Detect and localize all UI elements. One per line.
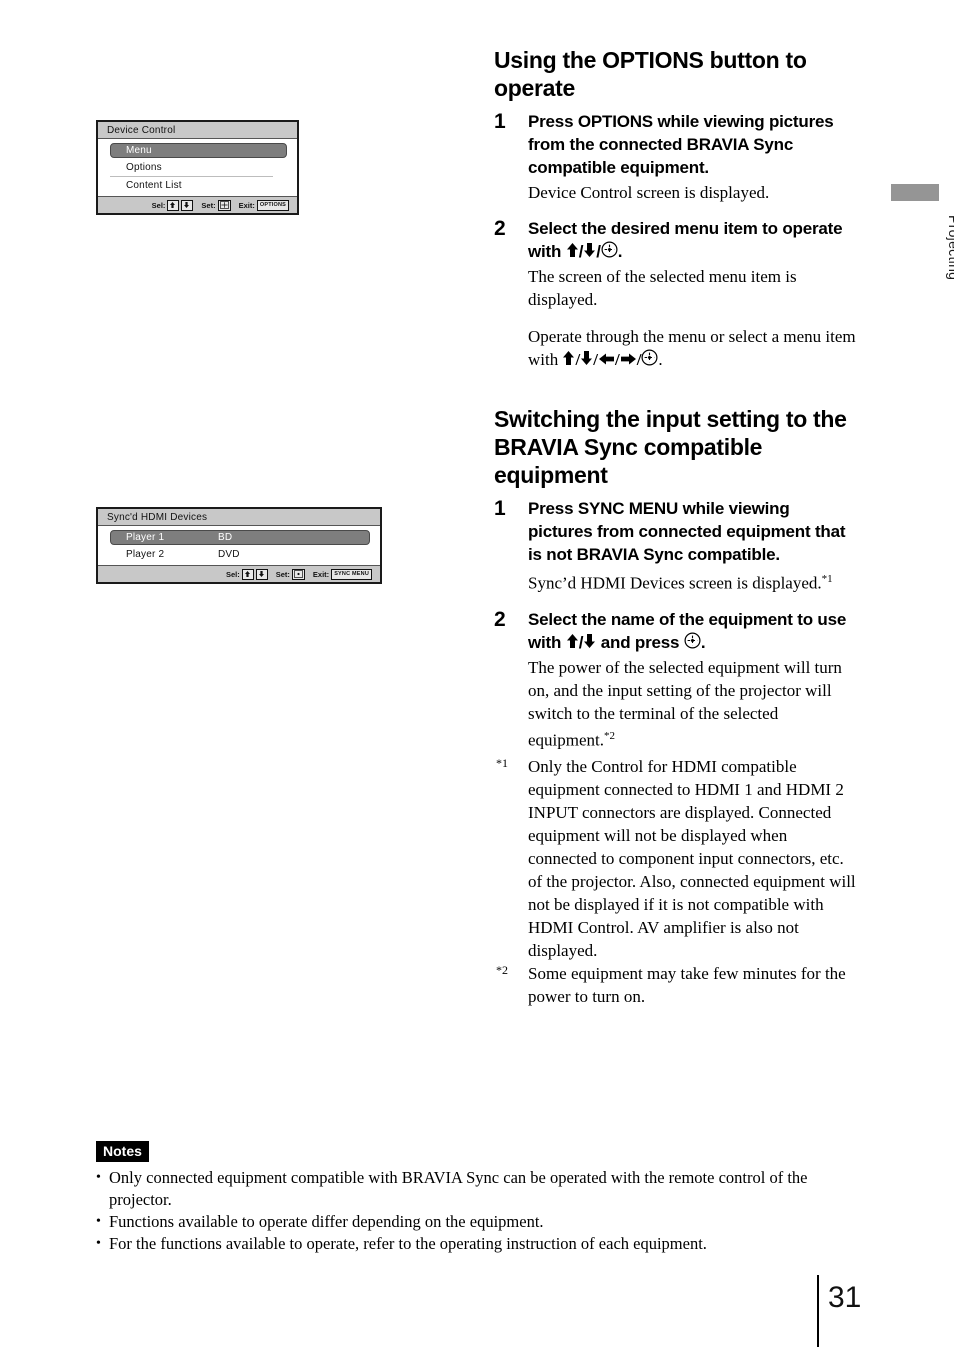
osd-device-type: BD: [218, 532, 233, 543]
enter-key-icon: [291, 568, 305, 580]
main-content-column: Using the OPTIONS button to operate 1 Pr…: [494, 46, 856, 1008]
arrow-down-key-icon: [255, 568, 268, 580]
osd-syncd-hdmi-title: Sync'd HDMI Devices: [98, 509, 380, 526]
arrow-up-icon: [562, 350, 575, 366]
step-instruction: Select the name of the equipment to use …: [528, 609, 847, 652]
osd-menu-item-label: Menu: [126, 145, 152, 156]
page-number-rule: [817, 1275, 819, 1347]
osd-menu-item-menu[interactable]: Menu: [98, 142, 297, 159]
step-detail-text: The power of the selected equipment will…: [528, 657, 842, 750]
arrow-down-key-icon: [181, 199, 194, 211]
osd-syncd-hdmi-devices: Sync'd HDMI Devices Player 1 BD Player 2…: [96, 507, 382, 584]
sync-menu-key-icon: SYNC MENU: [331, 568, 372, 580]
step-instruction: Press SYNC MENU while viewing pictures f…: [528, 499, 846, 564]
step-detail-text: Sync’d HDMI Devices screen is displayed.: [528, 573, 822, 593]
osd-device-control-footer: Sel: Set: Exit: OPTIONS: [98, 196, 297, 213]
notes-block: Notes Only connected equipment compatibl…: [96, 1141, 866, 1255]
arrow-up-key-icon: [241, 568, 254, 580]
osd-device-type: DVD: [218, 549, 240, 560]
footer-exit-label: Exit:: [238, 200, 255, 210]
osd-menu-item-label: Options: [126, 162, 162, 173]
step-detail: Device Control screen is displayed.: [528, 183, 770, 202]
step-detail: Sync’d HDMI Devices screen is displayed.…: [528, 568, 856, 595]
arrow-down-icon: [580, 350, 593, 366]
arrow-up-icon: [566, 242, 579, 258]
footer-sel-label: Sel:: [151, 200, 166, 210]
section-heading-switching: Switching the input setting to the BRAVI…: [494, 406, 847, 488]
side-tab-marker: [891, 184, 939, 201]
arrow-down-icon: [583, 633, 596, 649]
options-key-icon: OPTIONS: [256, 199, 289, 211]
step-detail-tail: .: [658, 350, 663, 369]
list-item: For the functions available to operate, …: [96, 1233, 866, 1255]
step-number: 1: [494, 497, 506, 520]
step-detail: The power of the selected equipment will…: [528, 656, 856, 752]
osd-device-control: Device Control Menu Options Content List…: [96, 120, 299, 215]
osd-syncd-hdmi-list: Player 1 BD Player 2 DVD: [98, 526, 380, 565]
side-tab-label: Projecting: [946, 215, 954, 281]
footer-set-group: Set:: [201, 199, 231, 211]
footnote-ref: *1: [821, 573, 833, 585]
notes-list: Only connected equipment compatible with…: [96, 1167, 866, 1255]
footnote-ref: *2: [604, 729, 616, 742]
osd-device-row-player2[interactable]: Player 2 DVD: [98, 546, 380, 563]
enter-button-icon: [684, 632, 701, 649]
osd-device-name: Player 1: [126, 532, 165, 543]
step-instruction-tail: .: [700, 632, 706, 652]
step-options-1: 1 Press OPTIONS while viewing pictures f…: [494, 110, 856, 204]
osd-syncd-hdmi-footer: Sel: Set: Exit: SYNC MENU: [98, 565, 380, 582]
arrow-up-icon: [566, 633, 579, 649]
step-detail-2: Operate through the menu or select a men…: [528, 327, 856, 369]
osd-device-row-player1[interactable]: Player 1 BD: [98, 529, 380, 546]
arrow-right-icon: [620, 352, 637, 366]
footer-sel-group: Sel:: [225, 568, 268, 580]
arrow-left-icon: [598, 352, 615, 366]
footnote-1: *1 Only the Control for HDMI compatible …: [494, 755, 856, 962]
footer-sel-label: Sel:: [225, 569, 240, 579]
step-number: 1: [494, 110, 506, 133]
page-number: 31: [828, 1281, 862, 1314]
footnote-text: Some equipment may take few minutes for …: [528, 964, 846, 1007]
osd-device-name: Player 2: [126, 549, 165, 560]
step-number: 2: [494, 217, 506, 240]
footer-exit-group: Exit: SYNC MENU: [312, 568, 372, 580]
footnote-marker: *1: [496, 756, 508, 771]
footer-set-group: Set:: [275, 568, 305, 580]
enter-button-icon: [601, 241, 618, 258]
footer-exit-label: Exit:: [312, 569, 330, 579]
footnote-text: Only the Control for HDMI compatible equ…: [528, 757, 856, 961]
step-instruction-tail: .: [617, 242, 623, 261]
step-instruction: Select the desired menu item to operate …: [528, 219, 843, 261]
list-item: Functions available to operate differ de…: [96, 1211, 866, 1233]
step-detail-1: The screen of the selected menu item is …: [528, 267, 797, 309]
list-item: Only connected equipment compatible with…: [96, 1167, 866, 1211]
footer-set-label: Set:: [275, 569, 290, 579]
step-switching-2: 2 Select the name of the equipment to us…: [494, 608, 856, 752]
step-instruction-mid: and press: [596, 632, 684, 652]
section-heading-options: Using the OPTIONS button to operate: [494, 47, 807, 101]
osd-device-control-title: Device Control: [98, 122, 297, 139]
step-options-2: 2 Select the desired menu item to operat…: [494, 217, 856, 371]
osd-menu-item-content-list[interactable]: Content List: [98, 177, 297, 194]
osd-menu-item-options[interactable]: Options: [98, 159, 297, 176]
footer-exit-group: Exit: OPTIONS: [238, 199, 289, 211]
step-switching-1: 1 Press SYNC MENU while viewing pictures…: [494, 497, 856, 595]
osd-device-control-list: Menu Options Content List: [98, 139, 297, 196]
footnote-2: *2 Some equipment may take few minutes f…: [494, 962, 856, 1008]
arrow-down-icon: [583, 242, 596, 258]
footer-sel-group: Sel:: [151, 199, 194, 211]
footnote-marker: *2: [496, 963, 508, 978]
osd-menu-item-label: Content List: [126, 180, 182, 191]
notes-badge: Notes: [96, 1141, 149, 1162]
step-number: 2: [494, 607, 506, 631]
enter-key-icon: [217, 199, 231, 211]
footer-set-label: Set:: [201, 200, 216, 210]
enter-button-icon: [641, 349, 658, 366]
arrow-up-key-icon: [167, 199, 180, 211]
step-instruction: Press OPTIONS while viewing pictures fro…: [528, 112, 834, 177]
